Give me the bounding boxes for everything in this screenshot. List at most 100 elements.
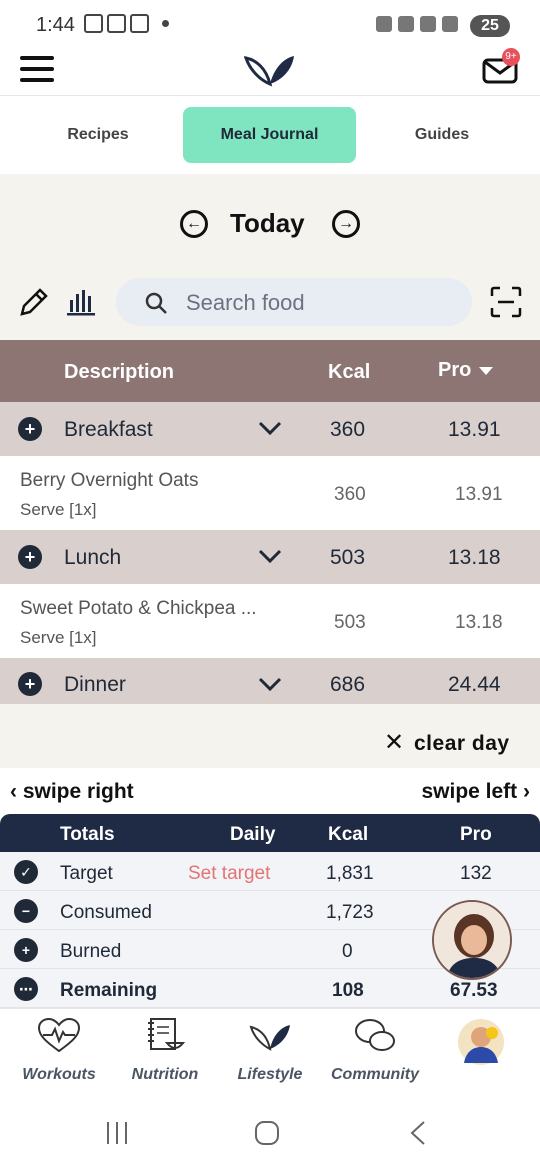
meal-row-breakfast[interactable]: + Breakfast 360 13.91 <box>0 402 540 456</box>
row-label: Remaining <box>60 980 158 1001</box>
search-input[interactable]: Search food <box>116 278 472 326</box>
tab-recipes[interactable]: Recipes <box>24 107 172 163</box>
kcal-label: Kcal <box>328 824 369 845</box>
nav-label: Workouts <box>22 1066 96 1083</box>
totals-label: Totals <box>60 824 115 845</box>
row-kcal: 1,723 <box>326 902 374 923</box>
app-header <box>0 44 540 96</box>
column-pro-sort[interactable]: Pro <box>438 359 494 382</box>
row-kcal: 108 <box>332 980 364 1001</box>
chat-bubbles-icon <box>355 1019 395 1051</box>
menu-icon[interactable] <box>20 56 54 82</box>
next-day-icon[interactable]: → <box>332 210 360 238</box>
food-item[interactable]: Sweet Potato & Chickpea ... Serve [1x] 5… <box>0 584 540 658</box>
status-bar: 1:44 25 <box>0 0 540 50</box>
row-kcal: 0 <box>342 941 353 962</box>
nav-community[interactable]: Community <box>325 1017 425 1084</box>
back-icon[interactable] <box>406 1120 432 1146</box>
chevron-down-icon[interactable] <box>258 420 282 436</box>
pencil-icon[interactable] <box>18 286 48 318</box>
search-placeholder: Search food <box>186 290 305 315</box>
coach-avatar[interactable] <box>432 900 512 980</box>
food-kcal: 503 <box>334 612 366 633</box>
wifi-icon <box>398 16 414 32</box>
add-food-icon[interactable]: + <box>18 545 42 569</box>
swipe-left-hint[interactable]: swipe left › <box>421 780 530 804</box>
previous-day-icon[interactable]: ← <box>180 210 208 238</box>
totals-header: Totals Daily Kcal Pro <box>0 814 540 852</box>
check-icon: ✓ <box>14 860 38 884</box>
nav-nutrition[interactable]: Nutrition <box>115 1017 215 1084</box>
nav-label: Lifestyle <box>237 1066 303 1083</box>
add-food-icon[interactable]: + <box>18 672 42 696</box>
meal-row-dinner[interactable]: + Dinner 686 24.44 <box>0 658 540 704</box>
row-pro: 67.53 <box>450 980 498 1001</box>
food-name: Sweet Potato & Chickpea ... <box>20 598 257 619</box>
barcode-scan-icon[interactable] <box>490 286 522 318</box>
clear-day-button[interactable]: clear day <box>414 732 510 756</box>
home-icon[interactable] <box>254 1120 280 1146</box>
bar-chart-icon[interactable] <box>66 286 96 316</box>
row-pro: 132 <box>460 863 492 884</box>
recent-apps-icon[interactable] <box>104 1120 130 1146</box>
row-label: Target <box>60 863 113 884</box>
table-header: Description Kcal Pro <box>0 340 540 402</box>
tab-guides[interactable]: Guides <box>368 107 516 163</box>
food-serving: Serve [1x] <box>20 500 97 519</box>
totals-row-target: ✓ Target Set target 1,831 132 <box>0 852 540 891</box>
more-icon: ⋯ <box>14 977 38 1001</box>
profile-avatar <box>458 1019 504 1065</box>
mail-badge: 9+ <box>502 48 520 66</box>
leaf-logo-icon <box>244 56 294 87</box>
day-navigation: ← Today → Search food <box>0 174 540 340</box>
meal-pro: 13.91 <box>448 418 501 441</box>
meal-name: Breakfast <box>64 418 153 441</box>
row-label: Consumed <box>60 902 152 923</box>
food-serving: Serve [1x] <box>20 628 97 647</box>
tab-bar: Recipes Meal Journal Guides <box>0 96 540 174</box>
key-icon <box>376 16 392 32</box>
recipe-book-icon <box>148 1018 186 1050</box>
column-kcal[interactable]: Kcal <box>328 361 370 384</box>
nav-workouts[interactable]: Workouts <box>9 1017 109 1084</box>
clear-day-area: ✕ clear day <box>0 704 540 768</box>
daily-label: Daily <box>230 824 276 845</box>
notification-icons <box>84 14 149 33</box>
nav-label: Nutrition <box>131 1066 199 1083</box>
meal-name: Lunch <box>64 546 122 569</box>
meal-pro: 24.44 <box>448 673 501 696</box>
search-icon <box>145 292 167 314</box>
nav-label: Community <box>331 1066 419 1083</box>
bottom-navigation: Workouts Nutrition Lifestyle Community <box>0 1008 540 1100</box>
meal-row-lunch[interactable]: + Lunch 503 13.18 <box>0 530 540 584</box>
food-pro: 13.18 <box>455 612 503 633</box>
system-icons <box>376 16 458 32</box>
plus-icon: + <box>14 938 38 962</box>
meal-kcal: 686 <box>330 673 366 696</box>
battery-indicator: 25 <box>470 15 510 37</box>
minus-icon: − <box>14 899 38 923</box>
day-title: Today <box>230 208 305 238</box>
food-kcal: 360 <box>334 484 366 505</box>
set-target-link[interactable]: Set target <box>188 863 270 885</box>
food-item[interactable]: Berry Overnight Oats Serve [1x] 360 13.9… <box>0 456 540 530</box>
food-name: Berry Overnight Oats <box>20 470 199 491</box>
swipe-right-hint[interactable]: ‹ swipe right <box>10 780 134 804</box>
close-icon[interactable]: ✕ <box>384 728 404 757</box>
chevron-down-icon[interactable] <box>258 548 282 564</box>
more-notifications-icon <box>162 20 169 27</box>
system-navigation <box>0 1100 540 1170</box>
nav-lifestyle[interactable]: Lifestyle <box>220 1017 320 1084</box>
add-food-icon[interactable]: + <box>18 417 42 441</box>
screenshot-icon <box>84 14 103 33</box>
signal-icon <box>442 16 458 32</box>
nav-profile[interactable] <box>431 1017 531 1078</box>
chevron-down-icon[interactable] <box>258 676 282 692</box>
tab-meal-journal[interactable]: Meal Journal <box>183 107 356 163</box>
app-icon <box>107 14 126 33</box>
row-kcal: 1,831 <box>326 863 374 884</box>
status-time: 1:44 <box>36 14 75 36</box>
meal-name: Dinner <box>64 673 126 696</box>
meal-kcal: 503 <box>330 546 366 569</box>
row-label: Burned <box>60 941 122 962</box>
